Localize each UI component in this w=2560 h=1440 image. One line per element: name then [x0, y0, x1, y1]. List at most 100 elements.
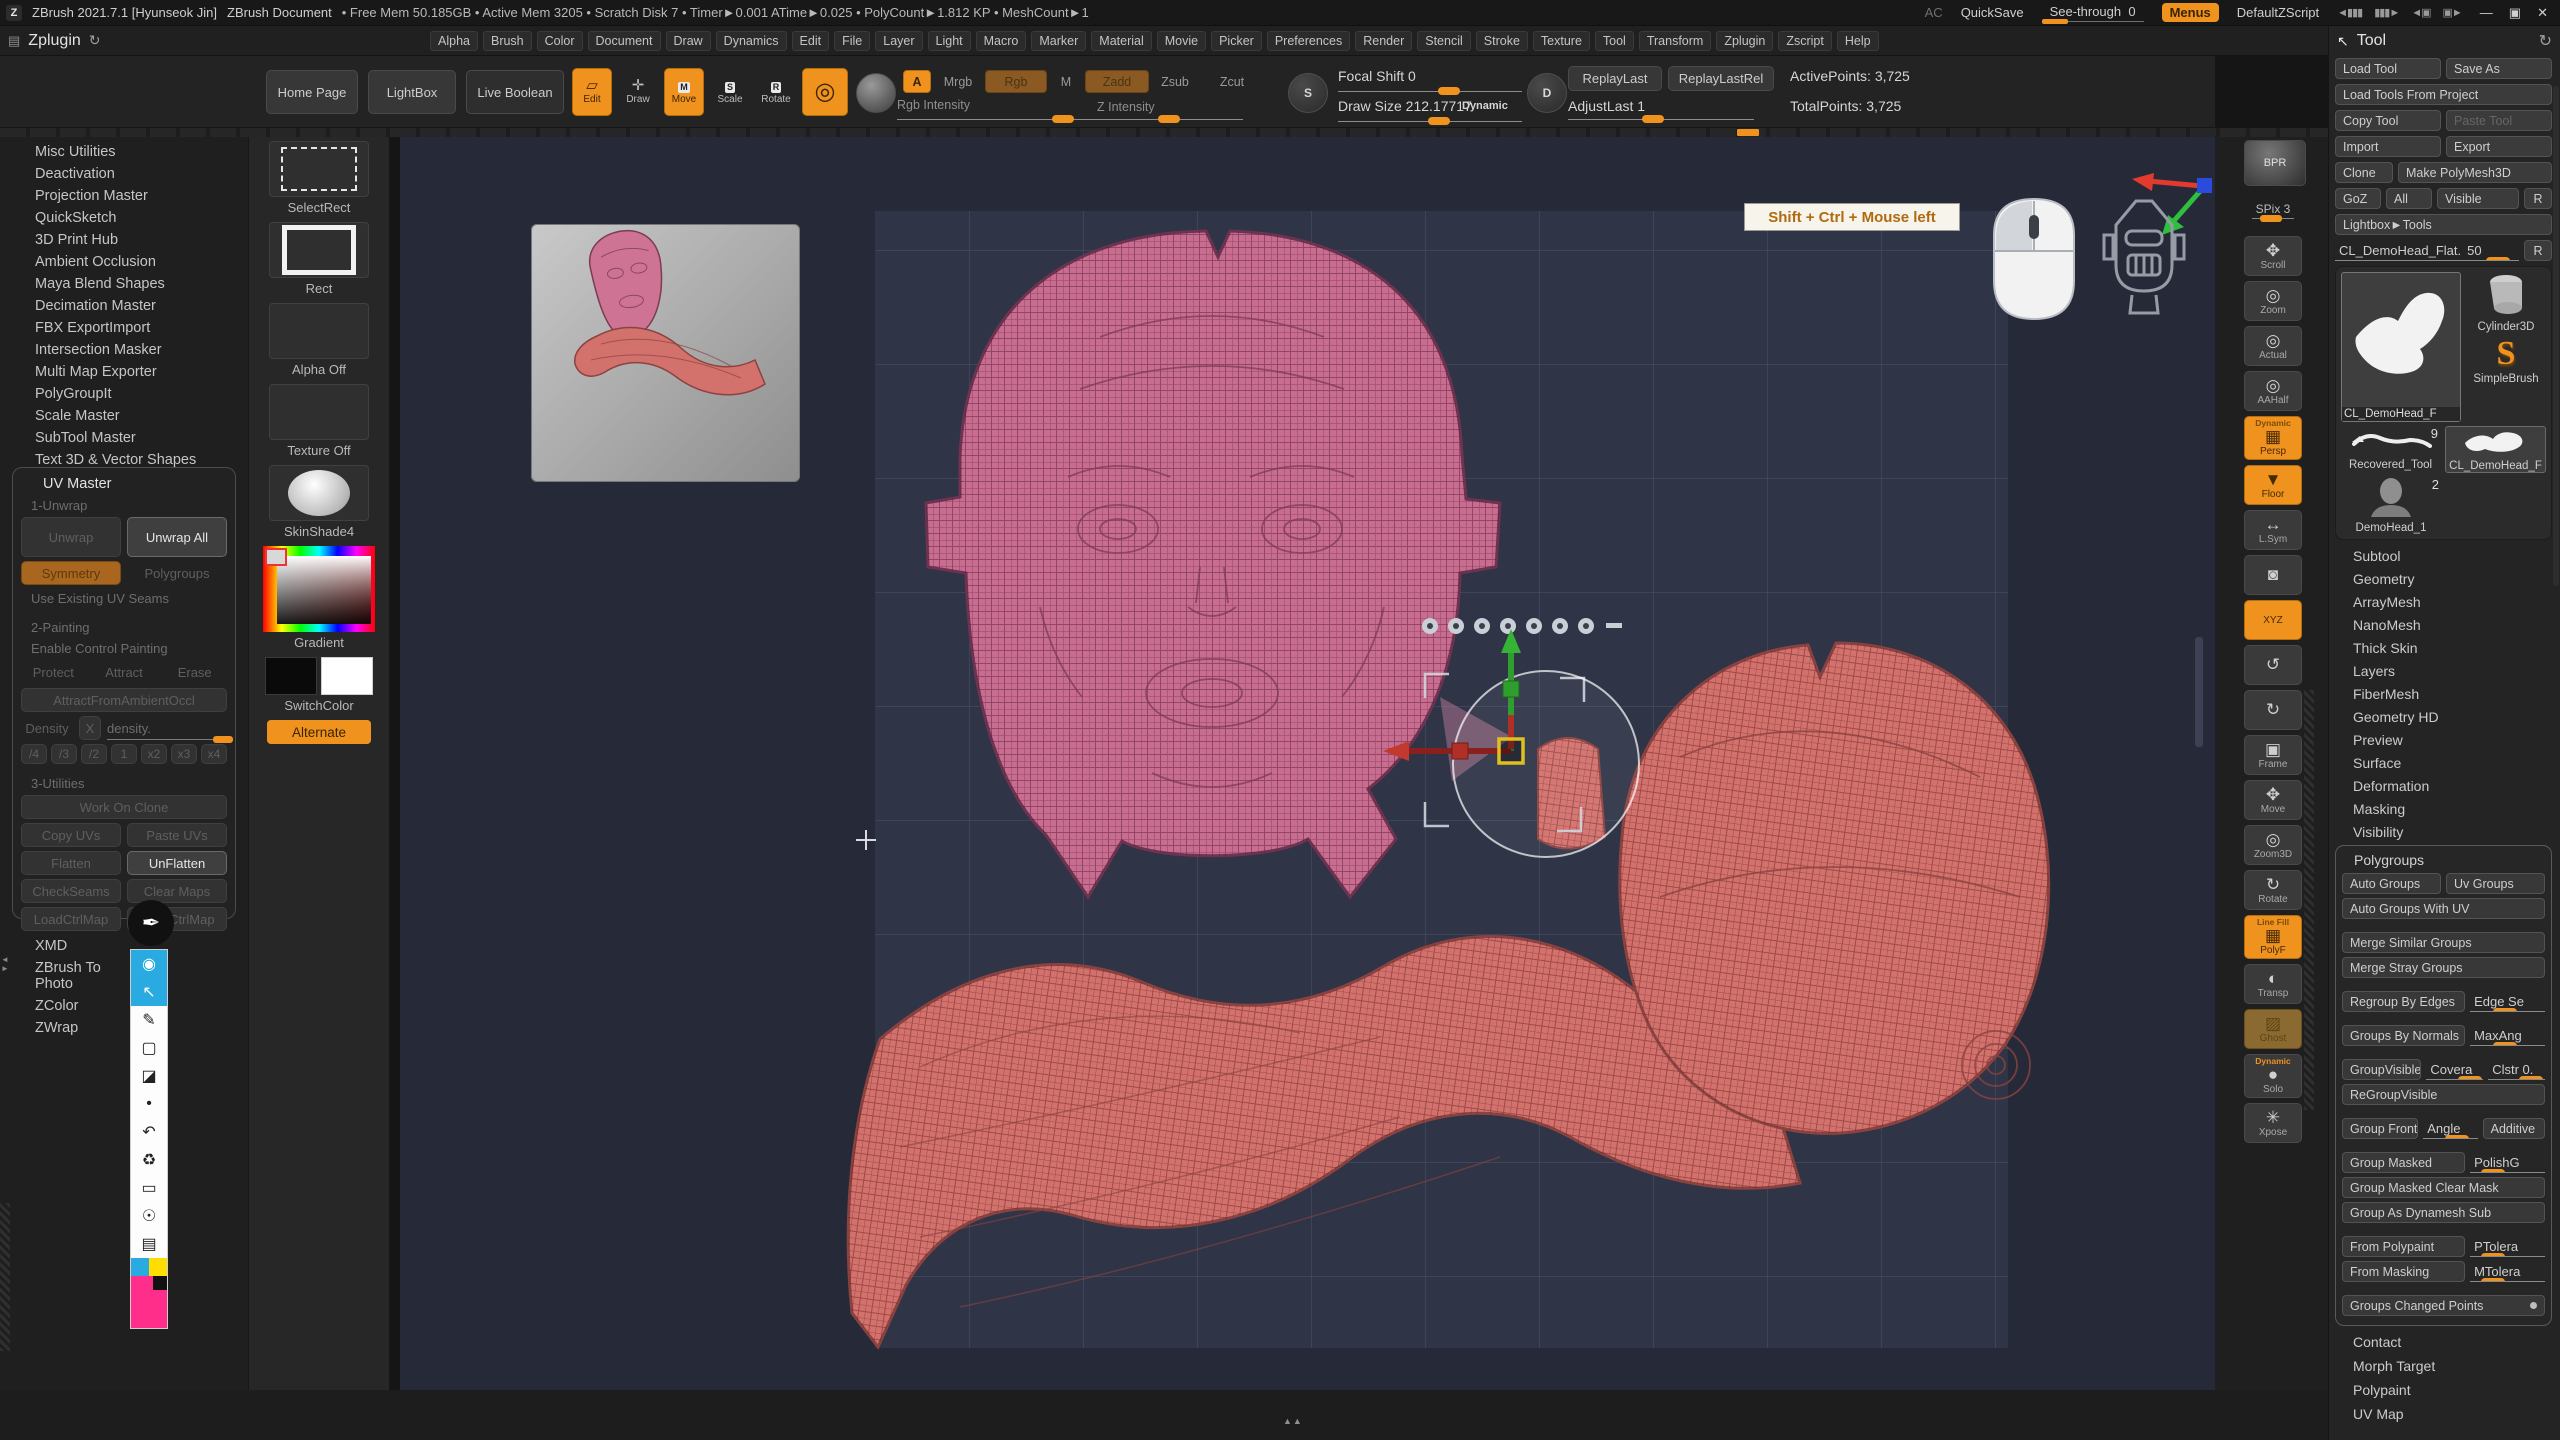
- regroup-visible-button[interactable]: ReGroupVisible: [2342, 1084, 2545, 1105]
- eraser-icon[interactable]: ◪: [131, 1062, 167, 1090]
- menu-item[interactable]: Zscript: [1778, 31, 1832, 51]
- right-shelf-button[interactable]: ◎ AAHalf: [2244, 371, 2302, 411]
- groups-changed-points-button[interactable]: Groups Changed Points: [2342, 1295, 2545, 1316]
- right-shelf-button[interactable]: ✥ Move: [2244, 780, 2302, 820]
- group-as-dynamesh-sub-button[interactable]: Group As Dynamesh Sub: [2342, 1202, 2545, 1223]
- protect-button[interactable]: Protect: [21, 660, 86, 684]
- scale-button[interactable]: SScale: [710, 68, 750, 116]
- tool-thumbnail[interactable]: S SimpleBrush: [2466, 335, 2546, 385]
- group-masked-clear-mask-button[interactable]: Group Masked Clear Mask: [2342, 1177, 2545, 1198]
- menu-item[interactable]: Material: [1091, 31, 1151, 51]
- goz-all-button[interactable]: All: [2386, 188, 2432, 209]
- menu-item[interactable]: File: [834, 31, 870, 51]
- zcut-button[interactable]: Zcut: [1212, 70, 1252, 93]
- dot-icon[interactable]: •: [131, 1090, 167, 1118]
- easel-icon[interactable]: ▭: [131, 1174, 167, 1202]
- menu-item[interactable]: Movie: [1157, 31, 1206, 51]
- menu-item[interactable]: Document: [588, 31, 661, 51]
- adjust-last-slider[interactable]: AdjustLast 1: [1568, 98, 1645, 114]
- loadctrlmap-button[interactable]: LoadCtrlMap: [21, 907, 121, 931]
- attract-button[interactable]: Attract: [92, 660, 157, 684]
- zplugin-menu-item[interactable]: ZColor: [0, 995, 140, 1017]
- density-label[interactable]: Density: [21, 716, 73, 740]
- cursor-icon[interactable]: ↖: [131, 978, 167, 1006]
- tool-r-button[interactable]: R: [2524, 240, 2552, 261]
- minimize-icon[interactable]: —: [2480, 5, 2493, 21]
- zplugin-menu-item[interactable]: Projection Master: [0, 185, 248, 207]
- copy-uvs-button[interactable]: Copy UVs: [21, 823, 121, 847]
- polish-groups-slider[interactable]: PolishG: [2470, 1152, 2545, 1173]
- canvas-scrollbar[interactable]: [2195, 637, 2203, 747]
- tool-section-header[interactable]: FiberMesh: [2335, 682, 2552, 705]
- menu-item[interactable]: Render: [1355, 31, 1412, 51]
- replay-last-button[interactable]: ReplayLast: [1568, 66, 1662, 91]
- rgb-intensity-slider[interactable]: Rgb Intensity: [897, 98, 970, 112]
- edge-sensitivity-slider[interactable]: Edge Se: [2470, 991, 2545, 1012]
- clear-maps-button[interactable]: Clear Maps: [127, 879, 227, 903]
- tool-section-header[interactable]: Contact: [2335, 1330, 2552, 1354]
- skinshade4-icon[interactable]: [269, 465, 369, 521]
- angle-slider[interactable]: Angle: [2423, 1118, 2477, 1139]
- density-scale-button[interactable]: x3: [171, 744, 197, 764]
- work-on-clone-button[interactable]: Work On Clone: [21, 795, 227, 819]
- right-shelf-button[interactable]: ▨ Ghost: [2244, 1009, 2302, 1049]
- right-shelf-button[interactable]: ▼ Floor: [2244, 465, 2302, 505]
- canvas-viewport[interactable]: Shift + Ctrl + Mouse left: [400, 137, 2215, 1390]
- draw-button[interactable]: ✛Draw: [618, 68, 658, 116]
- camera-icon[interactable]: ☉: [131, 1202, 167, 1230]
- export-button[interactable]: Export: [2446, 136, 2552, 157]
- gizmo-center-handle[interactable]: [1499, 739, 1523, 763]
- cluster-slider[interactable]: Clstr 0.: [2488, 1059, 2545, 1080]
- right-shelf-button[interactable]: ↻: [2244, 690, 2302, 730]
- resize-handle[interactable]: [0, 1203, 10, 1351]
- uv-groups-button[interactable]: Uv Groups: [2446, 873, 2545, 894]
- ac-label[interactable]: AC: [1925, 5, 1943, 20]
- merge-similar-groups-button[interactable]: Merge Similar Groups: [2342, 932, 2545, 953]
- alpha-slot[interactable]: Alpha Off: [269, 303, 369, 377]
- density-scale-button[interactable]: 1: [111, 744, 137, 764]
- close-icon[interactable]: ✕: [2537, 5, 2548, 21]
- tool-section-header[interactable]: Visibility: [2335, 820, 2552, 843]
- right-shelf-button[interactable]: BPR: [2244, 140, 2306, 186]
- menu-item[interactable]: Zplugin: [1716, 31, 1773, 51]
- undo-icon[interactable]: ↶: [131, 1118, 167, 1146]
- auto-groups-with-uv-button[interactable]: Auto Groups With UV: [2342, 898, 2545, 919]
- paint-tolerance-slider[interactable]: PTolera: [2470, 1236, 2545, 1257]
- tool-section-header[interactable]: Polypaint: [2335, 1378, 2552, 1402]
- stroke-select[interactable]: SelectRect: [269, 141, 369, 215]
- density-x-button[interactable]: X: [79, 716, 101, 740]
- menu-item[interactable]: Texture: [1533, 31, 1590, 51]
- tool-thumbnail[interactable]: 2 DemoHead_1: [2341, 477, 2441, 534]
- menu-item[interactable]: Marker: [1031, 31, 1086, 51]
- right-shelf-button[interactable]: ◎ Zoom3D: [2244, 825, 2302, 865]
- right-shelf-button[interactable]: Dynamic ● Solo: [2244, 1054, 2302, 1098]
- gradient-picker[interactable]: [263, 546, 375, 632]
- unflatten-button[interactable]: UnFlatten: [127, 851, 227, 875]
- right-shelf-button[interactable]: ✳ Xpose: [2244, 1103, 2302, 1143]
- rgb-button[interactable]: Rgb: [985, 70, 1047, 93]
- menu-item[interactable]: Dynamics: [716, 31, 787, 51]
- texture-slot[interactable]: Texture Off: [269, 384, 369, 458]
- zplugin-menu-item[interactable]: Intersection Masker: [0, 339, 248, 361]
- default-zscript-button[interactable]: DefaultZScript: [2237, 5, 2319, 20]
- goz-visible-button[interactable]: Visible: [2437, 188, 2519, 209]
- tool-section-header[interactable]: Surface: [2335, 751, 2552, 774]
- right-shelf-button[interactable]: Dynamic ▦ Persp: [2244, 416, 2302, 460]
- dynamic-toggle[interactable]: Dynamic: [1462, 100, 1508, 112]
- zplugin-menu-item[interactable]: Multi Map Exporter: [0, 361, 248, 383]
- lightbox-tools-button[interactable]: Lightbox►Tools: [2335, 214, 2552, 235]
- unwrap-all-button[interactable]: Unwrap All: [127, 517, 227, 557]
- checkseams-button[interactable]: CheckSeams: [21, 879, 121, 903]
- erase-button[interactable]: Erase: [162, 660, 227, 684]
- tool-section-header[interactable]: Subtool: [2335, 544, 2552, 567]
- rect-stroke-icon[interactable]: [269, 222, 369, 278]
- draw-size-icon[interactable]: D: [1527, 73, 1567, 113]
- clone-button[interactable]: Clone: [2335, 162, 2393, 183]
- right-shelf-button[interactable]: ◎ Zoom: [2244, 281, 2302, 321]
- menu-item[interactable]: Light: [928, 31, 971, 51]
- stroke-icon[interactable]: S: [1288, 73, 1328, 113]
- save-as-button[interactable]: Save As: [2446, 58, 2552, 79]
- panel-scrollbar[interactable]: [2553, 86, 2559, 586]
- density-scale-button[interactable]: x4: [201, 744, 227, 764]
- switch-color[interactable]: SwitchColor: [265, 657, 373, 713]
